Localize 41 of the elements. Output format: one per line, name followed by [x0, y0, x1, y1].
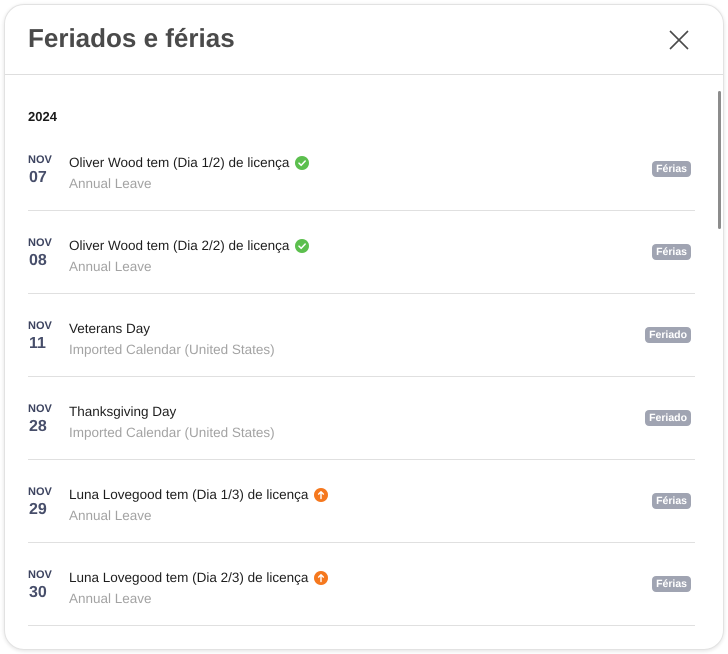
event-day: 08 [29, 250, 47, 272]
event-row[interactable]: NOV 11 Veterans Day Imported Calendar (United States) Feriado [28, 294, 695, 377]
event-month: NOV [28, 568, 52, 582]
event-title: Oliver Wood tem (Dia 2/2) de licença [69, 237, 290, 255]
event-tag: Férias [652, 161, 691, 177]
event-row[interactable]: NOV 07 Oliver Wood tem (Dia 1/2) de licença Annual Leave Férias [28, 128, 695, 211]
close-icon [669, 30, 689, 50]
event-title: Luna Lovegood tem (Dia 1/3) de licença [69, 486, 308, 504]
scrollbar-thumb[interactable] [718, 91, 721, 229]
event-subtitle: Annual Leave [69, 507, 152, 525]
event-tag: Feriado [645, 410, 691, 426]
event-month: NOV [28, 402, 52, 416]
event-month: NOV [28, 485, 52, 499]
event-tag: Férias [652, 244, 691, 260]
event-title: Oliver Wood tem (Dia 1/2) de licença [69, 154, 290, 172]
event-title: Thanksgiving Day [69, 403, 176, 421]
year-heading: 2024 [28, 108, 58, 126]
event-title: Luna Lovegood tem (Dia 2/3) de licença [69, 569, 308, 587]
event-tag: Férias [652, 576, 691, 592]
event-tag: Férias [652, 493, 691, 509]
event-row[interactable]: NOV 08 Oliver Wood tem (Dia 2/2) de licença Annual Leave Férias [28, 211, 695, 294]
event-subtitle: Imported Calendar (United States) [69, 341, 275, 359]
event-month: NOV [28, 319, 52, 333]
event-row[interactable]: NOV 29 Luna Lovegood tem (Dia 1/3) de licença Annual Leave Férias [28, 460, 695, 543]
event-month: NOV [28, 153, 52, 167]
event-subtitle: Imported Calendar (United States) [69, 424, 275, 442]
event-month: NOV [28, 236, 52, 250]
event-subtitle: Annual Leave [69, 258, 152, 276]
event-subtitle: Annual Leave [69, 175, 152, 193]
event-day: 29 [29, 499, 47, 521]
event-tag: Feriado [645, 327, 691, 343]
event-day: 07 [29, 167, 47, 189]
event-row[interactable]: NOV 28 Thanksgiving Day Imported Calendar (United States) Feriado [28, 377, 695, 460]
event-day: 11 [29, 333, 46, 355]
event-title: Veterans Day [69, 320, 150, 338]
close-button[interactable] [669, 30, 689, 50]
event-subtitle: Annual Leave [69, 590, 152, 608]
dialog-title: Feriados e férias [28, 22, 235, 54]
event-day: 28 [29, 416, 47, 438]
event-day: 30 [29, 582, 47, 604]
event-row[interactable]: NOV 30 Luna Lovegood tem (Dia 2/3) de licença Annual Leave Férias [28, 543, 695, 626]
